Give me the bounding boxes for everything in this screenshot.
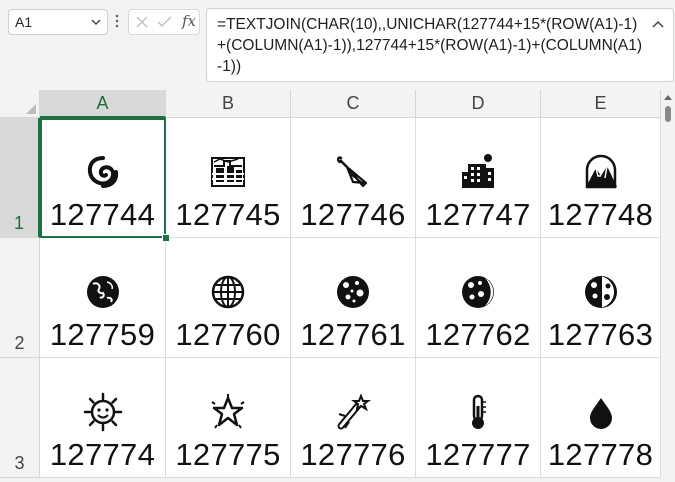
formula-controls: fx <box>128 9 200 35</box>
shooting-star-icon <box>291 392 415 432</box>
cell-value: 127748 <box>547 197 654 232</box>
row-header-1[interactable]: 1 <box>0 118 40 238</box>
name-box[interactable]: A1 <box>8 9 108 35</box>
formula-input[interactable]: =TEXTJOIN(CHAR(10),,UNICHAR(127744+15*(R… <box>206 8 674 82</box>
cyclone-icon <box>40 152 165 192</box>
enter-check-icon[interactable] <box>157 15 172 29</box>
cell-value: 127760 <box>175 317 281 352</box>
cell-value: 127745 <box>175 197 281 232</box>
select-all-button[interactable] <box>0 90 40 118</box>
cell-b3[interactable]: 127775 <box>166 358 291 478</box>
cell-value: 127763 <box>547 317 654 352</box>
chevron-down-icon[interactable] <box>90 16 102 28</box>
cell-value: 127761 <box>300 317 406 352</box>
cell-e3[interactable]: 127778 <box>541 358 661 478</box>
column-header-b[interactable]: B <box>166 90 291 118</box>
column-header-e[interactable]: E <box>541 90 661 118</box>
cell-d3[interactable]: 127777 <box>416 358 541 478</box>
cell-c2[interactable]: 127761 <box>291 238 416 358</box>
black-droplet-icon <box>541 392 660 432</box>
earth-globe-asia-australia-icon <box>40 272 165 312</box>
globe-with-meridians-icon <box>166 272 290 312</box>
cell-value: 127774 <box>49 437 156 472</box>
sun-with-face-icon <box>40 392 165 432</box>
row-header-label: 1 <box>13 213 24 233</box>
scrollbar-thumb[interactable] <box>665 106 671 122</box>
cell-value: 127778 <box>547 437 654 472</box>
cancel-icon[interactable] <box>135 15 149 29</box>
sunrise-over-mountains-icon <box>541 152 660 192</box>
formula-text[interactable]: =TEXTJOIN(CHAR(10),,UNICHAR(127744+15*(R… <box>217 14 645 77</box>
cell-value: 127759 <box>49 317 156 352</box>
insert-function-icon[interactable]: fx <box>182 12 196 30</box>
cell-value: 127747 <box>425 197 531 232</box>
row-header-2[interactable]: 2 <box>0 238 40 358</box>
more-options-icon[interactable] <box>114 13 120 29</box>
column-header-c[interactable]: C <box>291 90 416 118</box>
cell-value: 127777 <box>425 437 531 472</box>
cell-b2[interactable]: 127760 <box>166 238 291 358</box>
column-header-d[interactable]: D <box>416 90 541 118</box>
cell-value: 127775 <box>175 437 281 472</box>
cell-c1[interactable]: 127746 <box>291 118 416 238</box>
select-all-triangle-icon <box>26 104 36 114</box>
cell-b1[interactable]: 127745 <box>166 118 291 238</box>
cell-d1[interactable]: 127747 <box>416 118 541 238</box>
row-header-3[interactable]: 3 <box>0 358 40 478</box>
first-quarter-moon-icon <box>541 272 660 312</box>
name-box-value: A1 <box>15 14 33 30</box>
vertical-scrollbar[interactable] <box>661 90 675 482</box>
cell-value: 127776 <box>300 437 406 472</box>
new-moon-symbol-icon <box>291 272 415 312</box>
row-header-label: 3 <box>14 453 25 473</box>
cell-e2[interactable]: 127763 <box>541 238 661 358</box>
collapse-formula-bar-icon[interactable] <box>652 19 664 29</box>
thermometer-icon <box>416 392 540 432</box>
cell-value: 127746 <box>300 197 406 232</box>
row-header-label: 2 <box>14 333 25 353</box>
closed-umbrella-icon <box>291 152 415 192</box>
fill-handle[interactable] <box>162 234 170 242</box>
scroll-up-icon[interactable] <box>664 94 672 100</box>
foggy-icon <box>166 152 290 192</box>
cell-e1[interactable]: 127748 <box>541 118 661 238</box>
night-with-stars-icon <box>416 152 540 192</box>
glowing-star-icon <box>166 392 290 432</box>
column-header-a[interactable]: A <box>40 90 166 118</box>
worksheet-grid: ABCDE 1 127744 127745 127746 127747 127748 2 12… <box>0 90 675 482</box>
cell-c3[interactable]: 127776 <box>291 358 416 478</box>
cell-a3[interactable]: 127774 <box>40 358 166 478</box>
cell-a1[interactable]: 127744 <box>40 118 166 238</box>
cell-d2[interactable]: 127762 <box>416 238 541 358</box>
cell-value: 127744 <box>49 197 156 232</box>
cell-a2[interactable]: 127759 <box>40 238 166 358</box>
cell-value: 127762 <box>425 317 531 352</box>
waxing-crescent-moon-icon <box>416 272 540 312</box>
